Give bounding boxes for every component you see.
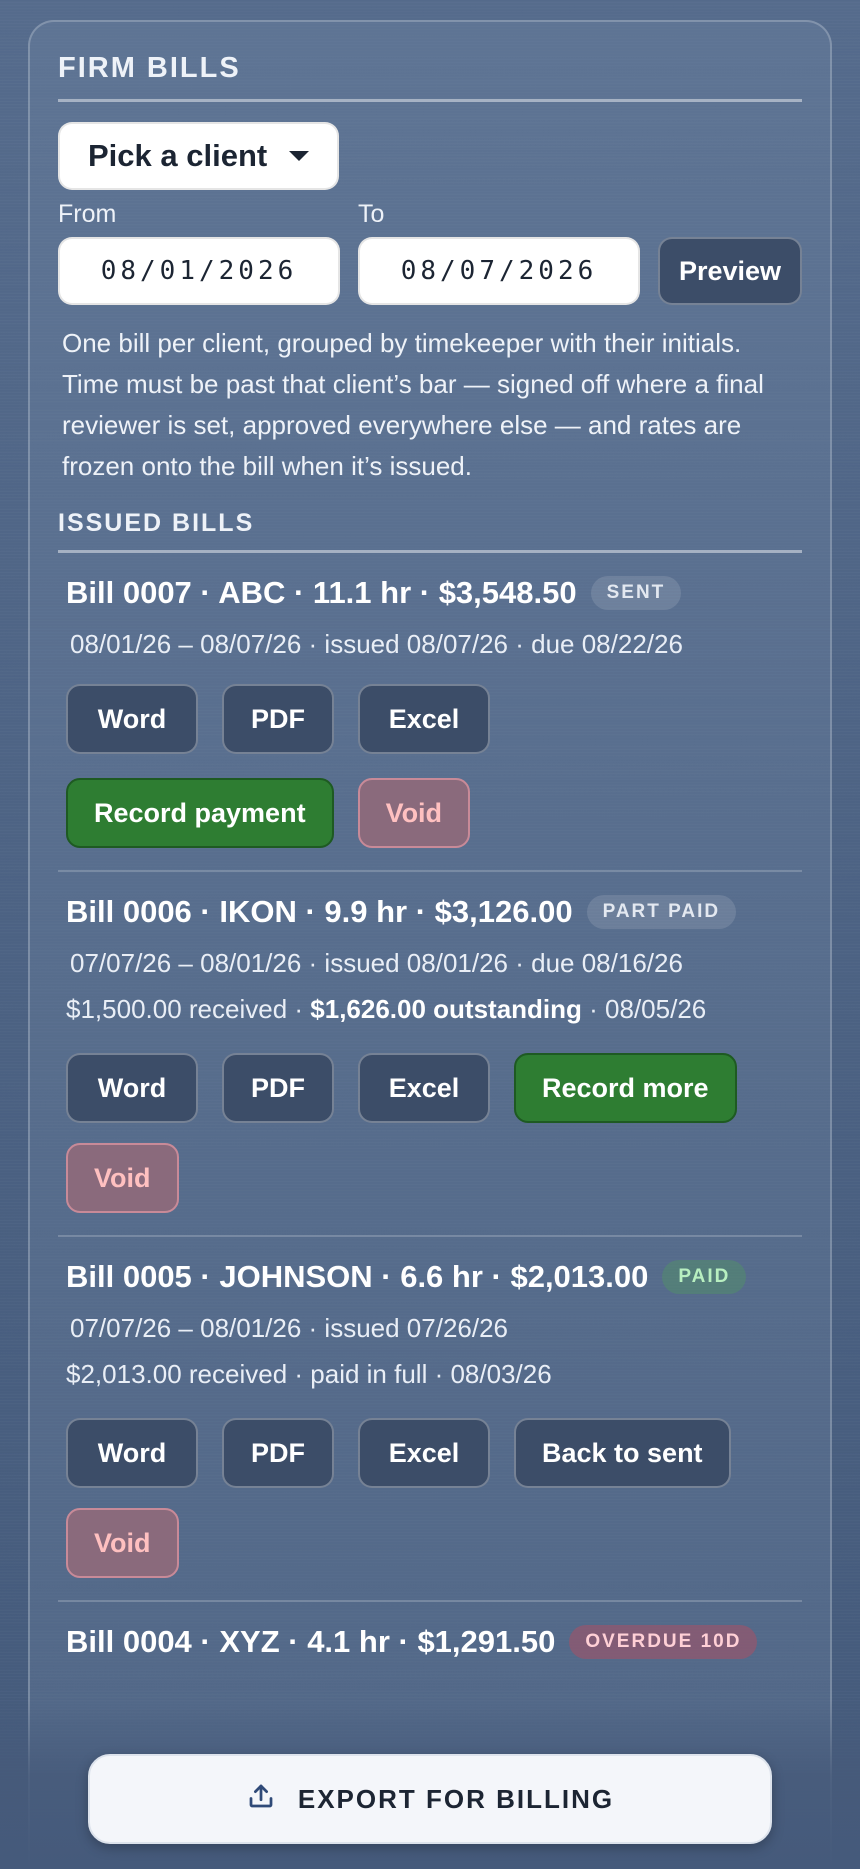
bill-dates: 08/01/26 – 08/07/26 · issued 08/07/26 · … [70, 629, 683, 659]
bill-payment-summary: $1,500.00 received · $1,626.00 outstandi… [66, 989, 794, 1029]
from-date-input[interactable]: 08/01/2026 [58, 237, 340, 305]
pdf-button[interactable]: PDF [222, 684, 334, 754]
pdf-button[interactable]: PDF [222, 1418, 334, 1488]
void-button[interactable]: Void [66, 1143, 179, 1213]
to-date-input[interactable]: 08/07/2026 [358, 237, 640, 305]
outstanding-amount: $1,626.00 outstanding [310, 994, 582, 1024]
word-button[interactable]: Word [66, 684, 198, 754]
bill-item: Bill 0006 · IKON · 9.9 hr · $3,126.00 PA… [58, 872, 802, 1237]
preview-button[interactable]: Preview [658, 237, 802, 305]
pdf-button[interactable]: PDF [222, 1053, 334, 1123]
upload-icon [246, 1781, 276, 1818]
issued-bills-title: ISSUED BILLS [58, 509, 802, 553]
date-range-row: From 08/01/2026 To 08/07/2026 Preview [58, 200, 802, 305]
back-to-sent-button[interactable]: Back to sent [514, 1418, 731, 1488]
bill-heading: Bill 0005 · JOHNSON · 6.6 hr · $2,013.00 [66, 1259, 649, 1294]
void-button[interactable]: Void [66, 1508, 179, 1578]
status-badge: PART PAID [586, 895, 737, 929]
record-payment-button[interactable]: Record payment [66, 778, 334, 848]
excel-button[interactable]: Excel [358, 684, 490, 754]
bill-heading: Bill 0004 · XYZ · 4.1 hr · $1,291.50 [66, 1624, 556, 1659]
from-label: From [58, 200, 117, 228]
bill-item: Bill 0004 · XYZ · 4.1 hr · $1,291.50 OVE… [58, 1602, 802, 1682]
client-picker-label: Pick a client [88, 138, 268, 173]
bill-item: Bill 0005 · JOHNSON · 6.6 hr · $2,013.00… [58, 1237, 802, 1602]
status-badge: SENT [590, 576, 682, 610]
firm-bills-card: FIRM BILLS Pick a client From 08/01/2026… [28, 20, 832, 1869]
record-more-button[interactable]: Record more [514, 1053, 737, 1123]
export-label: EXPORT FOR BILLING [297, 1783, 615, 1814]
bill-item: Bill 0007 · ABC · 11.1 hr · $3,548.50 SE… [58, 553, 802, 872]
description-text: One bill per client, grouped by timekeep… [62, 328, 764, 481]
bill-dates: 07/07/26 – 08/01/26 · issued 07/26/26 [70, 1313, 509, 1343]
page-title: FIRM BILLS [58, 52, 802, 102]
status-badge: OVERDUE 10D [569, 1625, 758, 1659]
to-label: To [358, 200, 385, 228]
chevron-down-icon [289, 151, 310, 161]
bill-dates: 07/07/26 – 08/01/26 · issued 08/01/26 · … [70, 948, 683, 978]
void-button[interactable]: Void [357, 778, 471, 848]
word-button[interactable]: Word [66, 1418, 198, 1488]
bill-heading: Bill 0007 · ABC · 11.1 hr · $3,548.50 [66, 575, 577, 610]
word-button[interactable]: Word [66, 1053, 198, 1123]
excel-button[interactable]: Excel [358, 1418, 490, 1488]
excel-button[interactable]: Excel [358, 1053, 490, 1123]
received-amount: $1,500.00 received · [66, 994, 311, 1024]
export-for-billing-button[interactable]: EXPORT FOR BILLING [88, 1754, 772, 1844]
status-badge: PAID [662, 1260, 747, 1294]
received-date: · 08/05/26 [581, 994, 707, 1024]
bill-heading: Bill 0006 · IKON · 9.9 hr · $3,126.00 [66, 894, 573, 929]
client-picker[interactable]: Pick a client [58, 122, 340, 190]
bill-payment-summary: $2,013.00 received · paid in full · 08/0… [66, 1359, 552, 1389]
